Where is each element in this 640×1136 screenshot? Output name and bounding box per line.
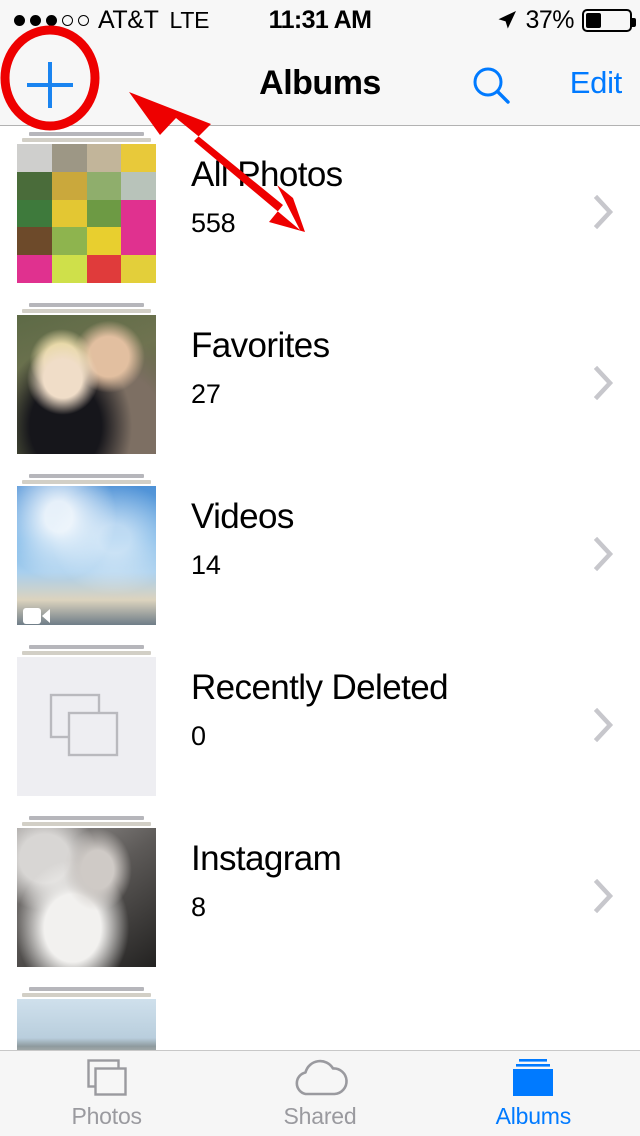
- empty-album-placeholder-icon: [17, 657, 156, 796]
- album-text-block: All Photos 558: [191, 155, 343, 239]
- battery-fill-level: [586, 12, 601, 28]
- page-title: Albums: [259, 63, 381, 102]
- album-title: Recently Deleted: [191, 668, 449, 707]
- album-list[interactable]: All Photos 558 Favorites 27 Videos 14 Recently…: [0, 126, 640, 1050]
- photo-image: [17, 828, 156, 967]
- album-cover-image: [17, 315, 156, 454]
- location-arrow-icon: [498, 11, 517, 29]
- album-text-block: Instagram 8: [191, 839, 342, 923]
- album-row[interactable]: [0, 981, 640, 1050]
- photo-image: [17, 315, 156, 454]
- album-stack-edge-top: [29, 303, 144, 307]
- chevron-right-icon: [593, 365, 614, 400]
- chevron-right-icon: [593, 878, 614, 913]
- cloud-icon: [291, 1057, 349, 1099]
- album-title: All Photos: [191, 155, 343, 194]
- album-cover-image: [17, 828, 156, 967]
- tab-photos[interactable]: Photos: [0, 1051, 213, 1136]
- search-button[interactable]: [466, 60, 518, 112]
- status-bar: AT&T LTE 11:31 AM 37%: [0, 0, 640, 40]
- album-thumbnail: [17, 816, 156, 974]
- album-text-block: Recently Deleted 0: [191, 668, 449, 752]
- video-camera-icon: [23, 607, 51, 625]
- album-stack-edge-top: [29, 132, 144, 136]
- status-bar-right: 37%: [497, 0, 636, 40]
- photo-grid: [17, 144, 156, 283]
- album-stack-edge-mid: [22, 822, 151, 826]
- album-thumbnail: [17, 303, 156, 461]
- tab-bar: Photos Shared Albums: [0, 1050, 640, 1136]
- album-title: Videos: [191, 497, 294, 536]
- tab-shared-label: Shared: [283, 1103, 357, 1129]
- chevron-right-icon: [593, 194, 614, 229]
- chevron-right-icon: [593, 707, 614, 742]
- album-count: 558: [191, 207, 236, 238]
- tab-photos-label: Photos: [71, 1103, 142, 1129]
- photo-image: [17, 999, 156, 1050]
- album-row[interactable]: All Photos 558: [0, 126, 640, 297]
- album-row[interactable]: Recently Deleted 0: [0, 639, 640, 810]
- album-thumbnail: [17, 645, 156, 803]
- album-title: Favorites: [191, 326, 330, 365]
- stacked-photos-icon: [85, 1057, 129, 1099]
- album-stack-edge-mid: [22, 138, 151, 142]
- album-count: 0: [191, 720, 206, 751]
- chevron-right-icon: [593, 536, 614, 571]
- battery-icon: [582, 8, 636, 32]
- tab-albums-label: Albums: [495, 1103, 572, 1129]
- navigation-bar: Albums Edit: [0, 40, 640, 126]
- album-stack-edge-top: [29, 474, 144, 478]
- tab-shared[interactable]: Shared: [213, 1051, 426, 1136]
- album-row[interactable]: Instagram 8: [0, 810, 640, 981]
- album-stack-edge-top: [29, 987, 144, 991]
- album-cover-image: [17, 486, 156, 625]
- photo-image: [17, 486, 156, 625]
- battery-percent-label: 37%: [525, 5, 574, 34]
- search-icon: [473, 67, 510, 104]
- album-text-block: Favorites 27: [191, 326, 330, 410]
- album-row[interactable]: Videos 14: [0, 468, 640, 639]
- album-stack-edge-mid: [22, 309, 151, 313]
- album-stack-edge-top: [29, 645, 144, 649]
- album-cover-image: [17, 999, 156, 1050]
- album-count: 8: [191, 891, 206, 922]
- album-stack-edge-mid: [22, 993, 151, 997]
- album-count: 27: [191, 378, 221, 409]
- album-thumbnail: [17, 132, 156, 290]
- album-stack-edge-mid: [22, 480, 151, 484]
- album-stack-edge-mid: [22, 651, 151, 655]
- album-title: Instagram: [191, 839, 342, 878]
- album-cover-image: [17, 144, 156, 283]
- album-count: 14: [191, 549, 221, 580]
- album-stack-edge-top: [29, 816, 144, 820]
- album-row[interactable]: Favorites 27: [0, 297, 640, 468]
- album-thumbnail: [17, 474, 156, 632]
- album-text-block: Videos 14: [191, 497, 294, 581]
- edit-button[interactable]: Edit: [570, 40, 623, 126]
- albums-stack-icon: [506, 1057, 560, 1099]
- tab-albums[interactable]: Albums: [427, 1051, 640, 1136]
- album-thumbnail: [17, 987, 156, 1050]
